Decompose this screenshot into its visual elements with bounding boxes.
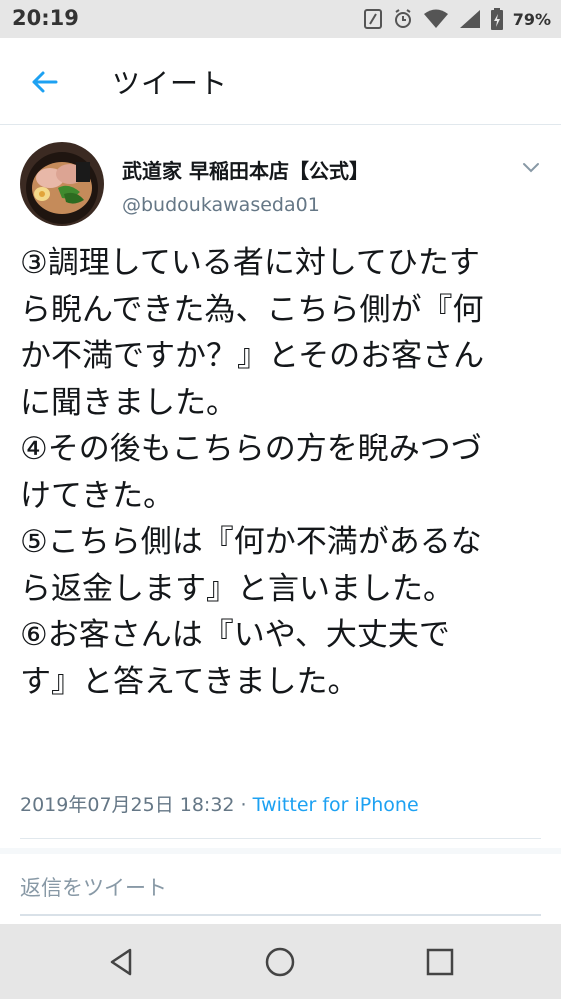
tweet-text: ③調理している者に対してひたす ら睨んできた為、こちら側が『何 か不満ですか？』…: [20, 240, 545, 705]
author-name[interactable]: 武道家 早稲田本店【公式】: [122, 155, 369, 184]
tweet-line: ら睨んできた為、こちら側が『何: [20, 291, 484, 328]
reply-input[interactable]: 返信をツイート: [20, 872, 167, 902]
status-bar: 20:19 79%: [0, 0, 561, 38]
tweet-menu-button[interactable]: [519, 155, 543, 179]
signal-icon: [459, 10, 480, 28]
tweet-line: に聞きました。: [20, 384, 237, 421]
system-nav-bar: [0, 924, 561, 999]
tweet-line: ら返金します』と言いました。: [20, 570, 454, 607]
back-button[interactable]: [22, 60, 66, 104]
meta-separator: ·: [234, 794, 253, 816]
battery-percent: 79%: [512, 9, 551, 29]
avatar[interactable]: [20, 142, 104, 226]
status-time: 20:19: [12, 6, 79, 30]
tweet-line: けてきた。: [20, 477, 175, 514]
battery-icon: [490, 8, 503, 30]
status-icons: 79%: [363, 7, 551, 31]
author-handle[interactable]: @budoukawaseda01: [122, 194, 320, 216]
tweet-line: す』と答えてきました。: [20, 663, 359, 700]
app-header: ツイート: [0, 38, 561, 125]
nav-home-icon[interactable]: [264, 946, 296, 978]
nav-back-icon[interactable]: [106, 946, 138, 978]
tweet-line: ⑥お客さんは『いや、大丈夫で: [20, 617, 450, 653]
tweet-line: か不満ですか？』とそのお客さん: [20, 338, 485, 374]
nfc-icon: [363, 9, 382, 29]
divider: [20, 838, 541, 839]
tweet-meta: 2019年07月25日 18:32 · Twitter for iPhone: [20, 790, 419, 817]
tweet-line: ③調理している者に対してひたす: [20, 245, 480, 281]
tweet-source-link[interactable]: Twitter for iPhone: [253, 794, 419, 816]
tweet-line: ⑤こちら側は『何か不満があるな: [20, 524, 482, 560]
alarm-icon: [394, 9, 411, 28]
reply-underline: [20, 914, 541, 916]
page-title: ツイート: [112, 67, 229, 100]
wifi-icon: [423, 9, 448, 28]
ramen-bowl-icon: [20, 142, 104, 226]
nav-recents-icon[interactable]: [424, 946, 456, 978]
tweet-timestamp: 2019年07月25日 18:32: [20, 794, 235, 816]
arrow-left-icon: [32, 71, 58, 93]
tweet-line: ④その後もこちらの方を睨みつづ: [20, 431, 482, 467]
section-separator: [0, 848, 561, 854]
chevron-down-icon: [523, 163, 539, 173]
